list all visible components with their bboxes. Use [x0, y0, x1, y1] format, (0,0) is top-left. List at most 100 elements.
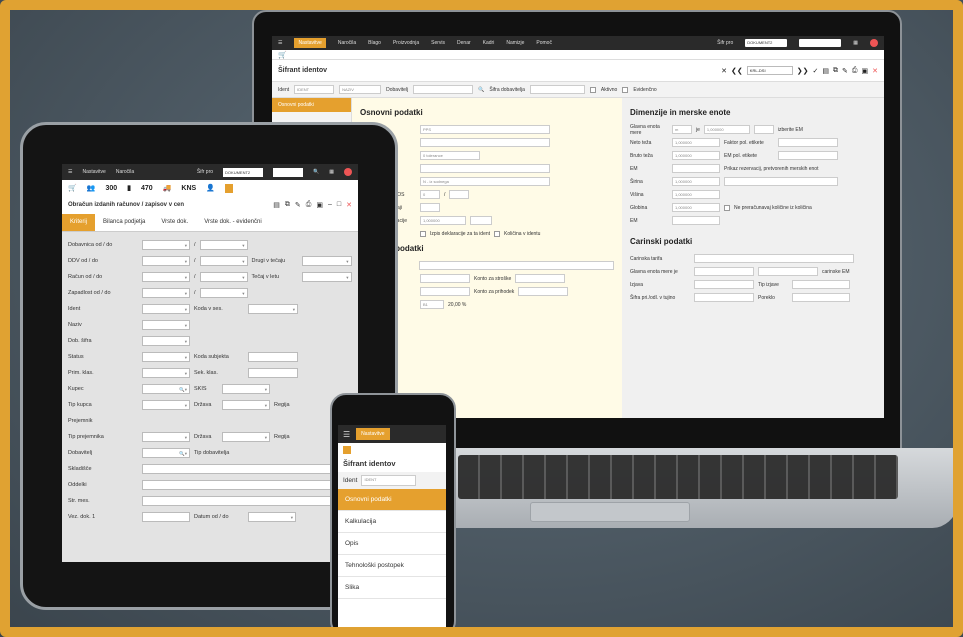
konto2-select[interactable] [420, 287, 470, 296]
em-etikete-field[interactable] [778, 151, 838, 160]
sirina-field[interactable]: 1,000000 [672, 177, 720, 186]
document-icon[interactable]: ▤ [273, 201, 280, 209]
izjava-field[interactable] [694, 280, 754, 289]
cancel-icon[interactable]: ✕ [872, 67, 878, 75]
notification-badge[interactable] [344, 168, 352, 176]
globina-field[interactable]: 1,000000 [672, 203, 720, 212]
cart-icon[interactable]: 🛒 [278, 51, 287, 59]
minimize-icon[interactable]: – [328, 201, 332, 209]
nav-denar[interactable]: Denar [457, 40, 471, 46]
pretvorba-field[interactable] [724, 177, 838, 186]
aktivno-checkbox[interactable] [589, 86, 596, 93]
tip-prejemnika-select[interactable]: ▾ [142, 432, 190, 442]
tip-izjave-field[interactable] [792, 280, 850, 289]
kolicina-checkbox[interactable] [494, 230, 501, 237]
global-search-input[interactable] [799, 39, 842, 47]
konto-prihodek-field[interactable] [518, 287, 569, 296]
nav-namizje[interactable]: Namizje [506, 40, 524, 46]
faktor-field[interactable] [778, 138, 838, 147]
nav-nastavitve[interactable]: Nastavitve [82, 169, 105, 175]
ddv-od-select[interactable]: ▾ [142, 256, 190, 266]
tip-kupca-select[interactable]: ▾ [142, 400, 190, 410]
menu-item-tehnoloski-postopek[interactable]: Tehnološki postopek [338, 555, 446, 577]
zapadlost-do-select[interactable]: ▾ [199, 288, 248, 298]
menu-item-slika[interactable]: Slika [338, 577, 446, 599]
first-icon[interactable]: ❮❮ [731, 67, 743, 75]
copy-icon[interactable]: ⧉ [833, 67, 838, 75]
company-select[interactable]: DOKUMENT2 [223, 167, 264, 177]
dovoljena-field[interactable] [420, 203, 440, 212]
copy-icon[interactable]: ⧉ [285, 201, 290, 209]
tab-kriterij[interactable]: Kriterij [62, 214, 96, 231]
nav-narocila[interactable]: Naročila [338, 40, 356, 46]
global-search-input[interactable] [273, 167, 304, 177]
em-field[interactable] [672, 164, 720, 173]
nav-pomoc[interactable]: Pomoč [536, 40, 552, 46]
ident-input[interactable]: IDENT [361, 475, 417, 486]
nav-nastavitve[interactable]: Nastavitve [294, 38, 326, 48]
toleranca-unit-select[interactable] [470, 216, 492, 225]
company-select[interactable]: DOKUMENT2 [745, 39, 788, 47]
save-icon[interactable]: ▣ [316, 201, 323, 209]
filter-dobavitelj-input[interactable] [413, 85, 474, 94]
em-select[interactable] [753, 125, 774, 134]
skladisce-field[interactable] [142, 464, 332, 474]
status-select[interactable]: ▾ [142, 352, 190, 362]
record-select[interactable]: KRL-DSI [746, 66, 793, 75]
str-mes-field[interactable] [142, 496, 332, 506]
sifra-tujina-field[interactable] [694, 293, 754, 302]
carinska-em2-field[interactable] [758, 267, 818, 276]
search-icon[interactable]: 🔍 [313, 169, 319, 175]
filter-ident-input[interactable]: IDENT [294, 85, 335, 94]
dobavnica-do-select[interactable]: ▾ [199, 240, 248, 250]
toleranca-field[interactable]: 1,000000 [420, 216, 466, 225]
cart-icon[interactable]: 🛒 [68, 184, 77, 192]
nacin-izdaje-field[interactable]: N - iz sodnega [420, 177, 550, 186]
min-zaloga-field[interactable]: 0 [420, 190, 440, 199]
tab-vrste-dok[interactable]: Vrste dok. [153, 214, 196, 231]
sek-klas-field[interactable] [248, 368, 298, 378]
grid-icon[interactable]: ▦ [853, 40, 858, 46]
oddelki-field[interactable] [142, 480, 332, 490]
filter-sifra-input[interactable] [529, 85, 585, 94]
drzava2-select[interactable]: ▾ [222, 432, 270, 442]
skis-select[interactable]: ▾ [222, 384, 270, 394]
drugi-tecaj-select[interactable]: ▾ [301, 256, 352, 266]
financni-field[interactable] [418, 261, 614, 270]
zapadlost-od-select[interactable]: ▾ [142, 288, 190, 298]
ident-select[interactable]: ▾ [142, 304, 190, 314]
min-zaloga-field-2[interactable] [449, 190, 470, 199]
klasifikacija-field[interactable]: PPS [420, 125, 550, 134]
maximize-icon[interactable]: □ [337, 201, 341, 209]
em-field[interactable]: 0 tolerance [420, 151, 480, 160]
racun-od-select[interactable]: ▾ [142, 272, 190, 282]
grid-icon[interactable]: ▦ [329, 169, 334, 175]
glavna-em-select[interactable]: m [672, 125, 692, 134]
vez-dok-field[interactable] [142, 512, 190, 522]
sidebar-item-osnovni-podatki[interactable]: Osnovni podatki [272, 98, 351, 112]
izpis-checkbox[interactable] [420, 230, 426, 237]
notification-badge[interactable] [870, 39, 878, 47]
nav-nastavitve[interactable]: Nastavitve [356, 428, 390, 440]
em2-field[interactable] [672, 216, 720, 225]
menu-item-osnovni-podatki[interactable]: Osnovni podatki [338, 489, 446, 511]
close-icon[interactable]: ✕ [721, 67, 727, 75]
close-icon[interactable]: ✕ [346, 201, 352, 209]
koda-ses-select[interactable]: ▾ [248, 304, 298, 314]
menu-icon[interactable]: ☰ [68, 169, 72, 175]
kupec-search[interactable]: 🔍▾ [142, 384, 190, 394]
document-icon[interactable]: ▤ [822, 67, 829, 75]
klasifikacija2-field[interactable] [420, 138, 550, 147]
check-icon[interactable]: ✓ [813, 67, 819, 75]
last-icon[interactable]: ❯❯ [797, 67, 809, 75]
dobavitelj-search[interactable]: 🔍▾ [142, 448, 190, 458]
tip-zaloge-field[interactable] [420, 164, 550, 173]
koda-subjekta-field[interactable] [248, 352, 298, 362]
racun-do-select[interactable]: ▾ [199, 272, 248, 282]
edit-icon[interactable]: ✎ [842, 67, 848, 75]
document-icon[interactable] [224, 183, 233, 193]
glavna-em-value[interactable]: 1,000000 [703, 125, 750, 134]
naziv-select[interactable]: ▾ [142, 320, 190, 330]
save-icon[interactable]: ▣ [862, 67, 869, 75]
ne-preracunavaj-checkbox[interactable] [724, 204, 730, 211]
